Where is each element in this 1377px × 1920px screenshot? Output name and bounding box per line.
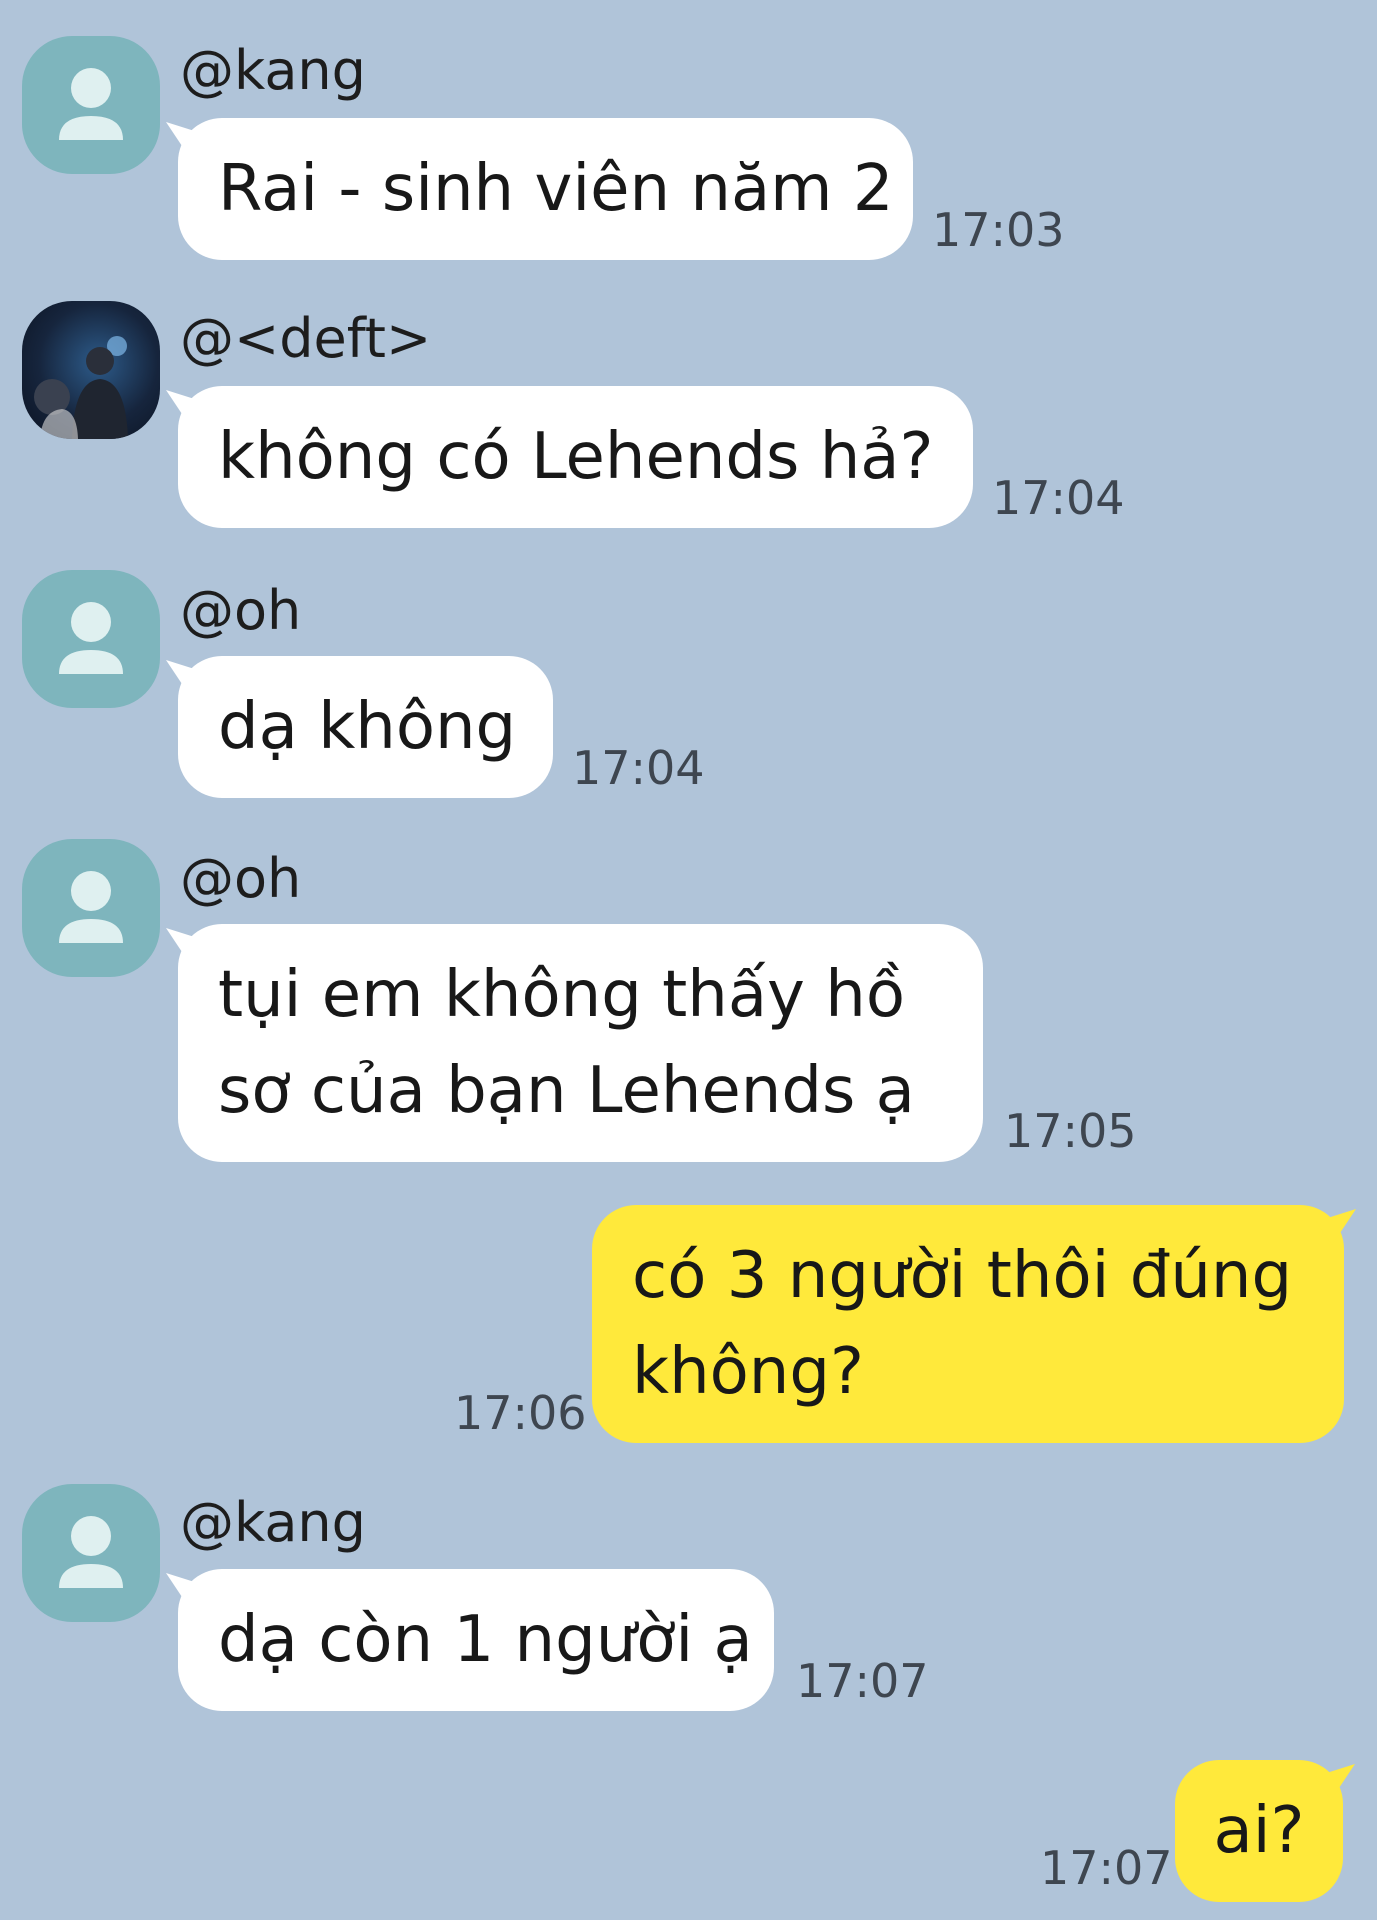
message-text: tụi em không thấy hồ [218,958,905,1032]
message-text: Rai - sinh viên năm 2 [218,152,894,226]
default-profile-icon[interactable] [22,839,160,977]
message-time: 17:06 [454,1386,587,1440]
default-profile-icon[interactable] [22,570,160,708]
message-text: không? [632,1335,864,1409]
message-bubble[interactable]: tụi em không thấy hồ sơ của bạn Lehends … [178,924,983,1162]
sender-name: @<deft> [180,307,432,370]
message-bubble[interactable]: không có Lehends hả? [178,386,973,528]
sender-name: @kang [180,39,366,102]
sender-name: @oh [180,847,302,910]
sender-name: @kang [180,1491,366,1554]
message-text: dạ còn 1 người ạ [218,1603,753,1677]
message-bubble[interactable]: có 3 người thôi đúng không? [592,1205,1344,1443]
message-time: 17:04 [992,471,1125,525]
message-text: ai? [1213,1794,1305,1868]
message-time: 17:05 [1004,1104,1137,1158]
message-time: 17:04 [572,741,705,795]
chat-room[interactable]: @kang Rai - sinh viên năm 2 17:03 @<deft… [0,0,1377,1920]
message-bubble[interactable]: dạ không [178,656,553,798]
message-time: 17:07 [1040,1841,1173,1895]
sender-name: @oh [180,579,302,642]
message-time: 17:07 [796,1654,929,1708]
default-profile-icon[interactable] [22,36,160,174]
message-text: sơ của bạn Lehends ạ [218,1054,915,1128]
message-bubble[interactable]: Rai - sinh viên năm 2 [178,118,913,260]
message-text: có 3 người thôi đúng [632,1239,1293,1313]
message-bubble[interactable]: ai? [1175,1760,1343,1902]
message-text: dạ không [218,690,517,764]
default-profile-icon[interactable] [22,1484,160,1622]
message-time: 17:03 [932,203,1065,257]
profile-photo[interactable] [22,301,160,439]
message-bubble[interactable]: dạ còn 1 người ạ [178,1569,774,1711]
message-text: không có Lehends hả? [218,420,934,494]
